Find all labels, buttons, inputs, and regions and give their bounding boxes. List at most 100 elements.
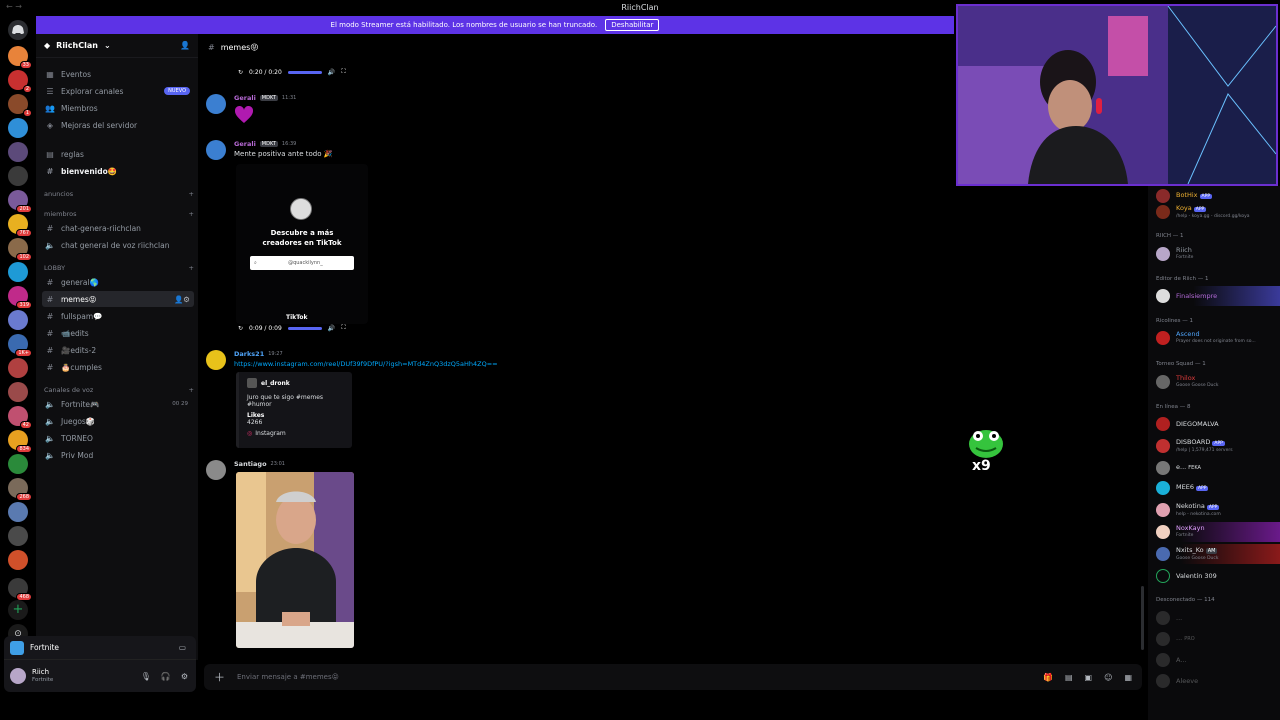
add-channel-icon[interactable]: + (189, 190, 194, 198)
embed-author[interactable]: el_dronk (261, 380, 290, 387)
voice-channel-fortnite[interactable]: 🔈 Fortnite🎮 00 29 (42, 396, 194, 412)
channel-memes[interactable]: # memes😝 👤⚙ (42, 291, 194, 307)
video-player-controls[interactable]: ↻ 0:09 / 0:09 🔊 ⛶ (238, 324, 346, 332)
message-composer[interactable]: ＋ Enviar mensaje a #memes😝 🎁 ▤ ▣ ☺ ▦ (204, 664, 1142, 690)
server-icon[interactable]: 1K+ (8, 334, 32, 357)
message-link[interactable]: https://www.instagram.com/reel/DUf39f9Df… (234, 360, 498, 368)
video-player-controls[interactable]: ↻ 0:20 / 0:20 🔊 ⛶ (238, 68, 346, 76)
member-item[interactable]: Ascend Prayer does not originate from so.… (1156, 328, 1280, 348)
server-icon[interactable] (8, 142, 28, 162)
channel-reglas[interactable]: ▤ reglas (42, 146, 194, 162)
member-item[interactable]: Finalsiempre (1156, 286, 1280, 306)
channel-chat-voz[interactable]: 🔈 chat general de voz riichclan (42, 237, 194, 253)
category-lobby[interactable]: LOBBY + (44, 264, 194, 272)
avatar[interactable] (206, 350, 226, 370)
avatar[interactable] (10, 668, 26, 684)
tiktok-search-box[interactable]: ⌕ @quackilynn_ (250, 256, 354, 270)
volume-icon[interactable]: 🔊 (328, 69, 335, 76)
gear-icon[interactable]: ⚙ (181, 672, 188, 681)
server-icon[interactable] (8, 166, 28, 186)
server-icon[interactable]: 834 (8, 430, 32, 453)
server-icon[interactable] (8, 382, 28, 402)
tiktok-embed[interactable]: Descubre a más creadores en TikTok ⌕ @quac… (236, 164, 368, 324)
channel-bienvenido[interactable]: # bienvenido🤩 (42, 163, 194, 179)
sticker-icon[interactable]: ▣ (1085, 673, 1093, 682)
video-progress[interactable] (287, 326, 322, 330)
voice-channel-torneo[interactable]: 🔈 TORNEO (42, 430, 194, 446)
member-item[interactable]: Nekotina APP help - nekotina.com (1156, 500, 1280, 520)
server-icon[interactable] (8, 502, 28, 522)
channel-edits-2[interactable]: # 🎥edits-2 (42, 342, 194, 358)
server-icon[interactable]: 767 (8, 214, 32, 237)
disable-streamer-button[interactable]: Deshabilitar (605, 19, 660, 31)
category-miembros[interactable]: miembros + (44, 210, 194, 218)
headset-icon[interactable]: 🎧 (161, 672, 171, 681)
server-icon[interactable] (8, 454, 28, 474)
fullscreen-icon[interactable]: ⛶ (341, 324, 345, 332)
server-icon[interactable]: 102 (8, 238, 32, 261)
activity-bar[interactable]: Fortnite ▭ (4, 636, 196, 660)
microphone-icon[interactable]: 🎙 (141, 672, 151, 681)
server-icon[interactable] (8, 262, 28, 282)
server-icon[interactable]: 319 (8, 286, 32, 309)
server-icon[interactable]: 1 (8, 94, 32, 117)
member-item[interactable]: NoxKayn Fortnite (1156, 522, 1280, 542)
voice-channel-priv-mod[interactable]: 🔈 Priv Mod (42, 447, 194, 463)
instagram-embed[interactable]: el_dronk Juro que te sigo #memes #humor … (236, 372, 352, 448)
nav-miembros[interactable]: 👥 Miembros (42, 100, 194, 116)
add-server-icon[interactable]: + (8, 600, 28, 620)
member-item[interactable]: DIEGOMALVA (1156, 414, 1280, 434)
member-item[interactable]: A... (1156, 650, 1280, 670)
nav-mejoras[interactable]: ◈ Mejoras del servidor (42, 117, 194, 133)
volume-icon[interactable]: 🔊 (328, 325, 335, 332)
channel-chat-genera[interactable]: # chat-genera-riichclan (42, 220, 194, 236)
member-item[interactable]: Valentín 309 (1156, 566, 1280, 586)
member-item[interactable]: Thilox Goose Goose Duck (1156, 372, 1280, 392)
invite-settings-icon[interactable]: 👤⚙ (174, 295, 190, 304)
channel-edits[interactable]: # 📹edits (42, 325, 194, 341)
fullscreen-icon[interactable]: ⛶ (341, 68, 345, 76)
nav-eventos[interactable]: ▦ Eventos (42, 66, 194, 82)
emoji-icon[interactable]: ☺ (1104, 673, 1112, 682)
category-voz[interactable]: Canales de voz + (44, 386, 194, 394)
replay-icon[interactable]: ↻ (238, 325, 243, 332)
add-channel-icon[interactable]: + (189, 264, 194, 272)
server-header[interactable]: ◆ RiichClan ⌄ 👤 (36, 34, 198, 58)
chat-scrollbar[interactable] (1141, 586, 1144, 650)
server-icon[interactable] (8, 358, 28, 378)
message-author[interactable]: Darks21 (234, 350, 264, 358)
activity-settings-icon[interactable]: ▭ (179, 643, 186, 652)
add-attachment-icon[interactable]: ＋ (214, 669, 225, 685)
apps-icon[interactable]: ▦ (1124, 673, 1132, 682)
member-item[interactable]: e... FEKA (1156, 458, 1280, 478)
voice-channel-juegos[interactable]: 🔈 Juegos🎲 (42, 413, 194, 429)
message-author[interactable]: Gerali (234, 140, 256, 148)
nav-explorar-canales[interactable]: ☰ Explorar canales NUEVO (42, 83, 194, 99)
channel-fullspam[interactable]: # fullspam💬 (42, 308, 194, 324)
gift-icon[interactable]: 🎁 (1043, 673, 1053, 682)
member-item[interactable]: Aleeve (1156, 671, 1280, 691)
server-icon[interactable]: 2 (8, 70, 32, 93)
video-progress[interactable] (287, 70, 322, 74)
message-author[interactable]: Santiago (234, 460, 267, 468)
avatar[interactable] (206, 94, 226, 114)
server-icon[interactable]: 33 (8, 46, 32, 69)
add-channel-icon[interactable]: + (189, 386, 194, 394)
member-item[interactable]: Nxits_Ko AM Goose Goose Duck (1156, 544, 1280, 564)
channel-cumples[interactable]: # 🎂cumples (42, 359, 194, 375)
member-item[interactable]: ... (1156, 608, 1280, 628)
server-icon[interactable]: 468 (8, 578, 32, 601)
member-item[interactable]: MEE6 APP (1156, 478, 1280, 498)
replay-icon[interactable]: ↻ (238, 69, 243, 76)
category-anuncios[interactable]: anuncios + (44, 190, 194, 198)
member-item[interactable]: DISBOARD APP/help | 1,579,471 servers (1156, 436, 1280, 456)
add-channel-icon[interactable]: + (189, 210, 194, 218)
member-item[interactable]: Koya APP/help - koya.gg - discord.gg/koya (1156, 202, 1280, 222)
server-icon[interactable] (8, 526, 28, 546)
invite-icon[interactable]: 👤 (180, 41, 190, 50)
server-icon[interactable] (8, 118, 28, 138)
channel-general[interactable]: # general🌎 (42, 274, 194, 290)
member-item[interactable]: Riich Fortnite (1156, 244, 1280, 264)
member-item[interactable]: ... PRO (1156, 629, 1280, 649)
avatar[interactable] (206, 140, 226, 160)
